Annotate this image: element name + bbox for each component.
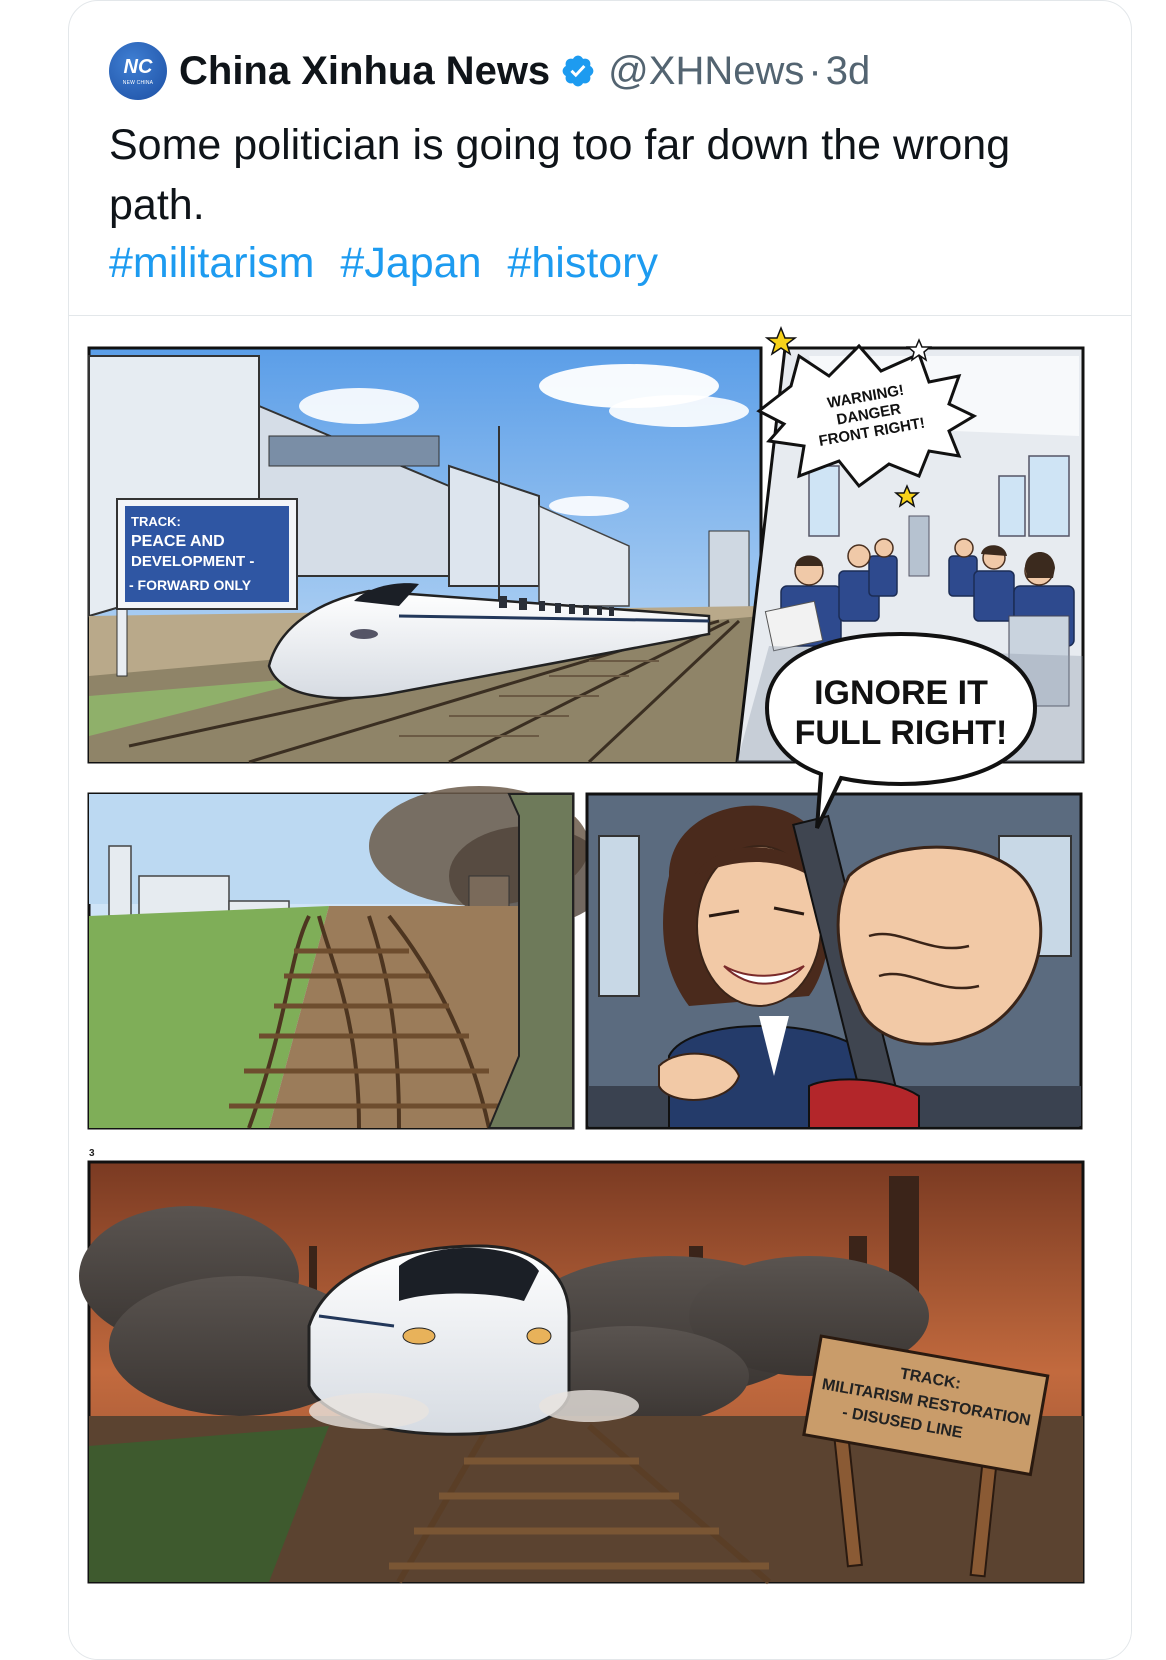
sign1-line-2: PEACE AND xyxy=(131,533,225,550)
comic-image[interactable]: TRACK: PEACE AND DEVELOPMENT - - FORWARD… xyxy=(69,316,1131,1659)
tweet-text: Some politician is going too far down th… xyxy=(109,121,1011,229)
tweet-header: NC NEW CHINA China Xinhua News @XHNews ·… xyxy=(109,41,870,101)
speech-line-2: FULL RIGHT! xyxy=(795,714,1008,752)
comic-artwork: TRACK: PEACE AND DEVELOPMENT - - FORWARD… xyxy=(79,325,1085,1585)
separator-dot: · xyxy=(808,48,822,93)
sign1-line-1: TRACK: xyxy=(131,514,181,529)
panel-3 xyxy=(87,786,609,1130)
avatar-subtext: NEW CHINA xyxy=(122,80,154,86)
panel-5: TRACK: MILITARISM RESTORATION - DISUSED … xyxy=(79,1160,1085,1585)
author-name[interactable]: China Xinhua News xyxy=(179,49,550,94)
panel-4 xyxy=(585,792,1083,1130)
avatar[interactable]: NC NEW CHINA xyxy=(109,42,167,100)
sign1-line-3: DEVELOPMENT - xyxy=(131,553,254,570)
post-time[interactable]: 3d xyxy=(826,49,871,94)
speech-line-1: IGNORE IT xyxy=(814,674,988,712)
panel-1: TRACK: PEACE AND DEVELOPMENT - - FORWARD… xyxy=(87,346,763,764)
author-handle[interactable]: @XHNews xyxy=(608,49,804,94)
tweet-card[interactable]: NC NEW CHINA China Xinhua News @XHNews ·… xyxy=(68,0,1132,1660)
hashtag-history[interactable]: #history xyxy=(507,239,658,287)
hashtag-list: #militarism #Japan #history xyxy=(109,233,672,293)
verified-badge-icon xyxy=(562,55,594,87)
sign1-line-4: - FORWARD ONLY xyxy=(129,577,252,593)
avatar-logo: NC xyxy=(123,56,153,78)
panel-number: 3 xyxy=(89,1148,95,1159)
hashtag-militarism[interactable]: #militarism xyxy=(109,239,314,287)
hashtag-japan[interactable]: #Japan xyxy=(340,239,481,287)
